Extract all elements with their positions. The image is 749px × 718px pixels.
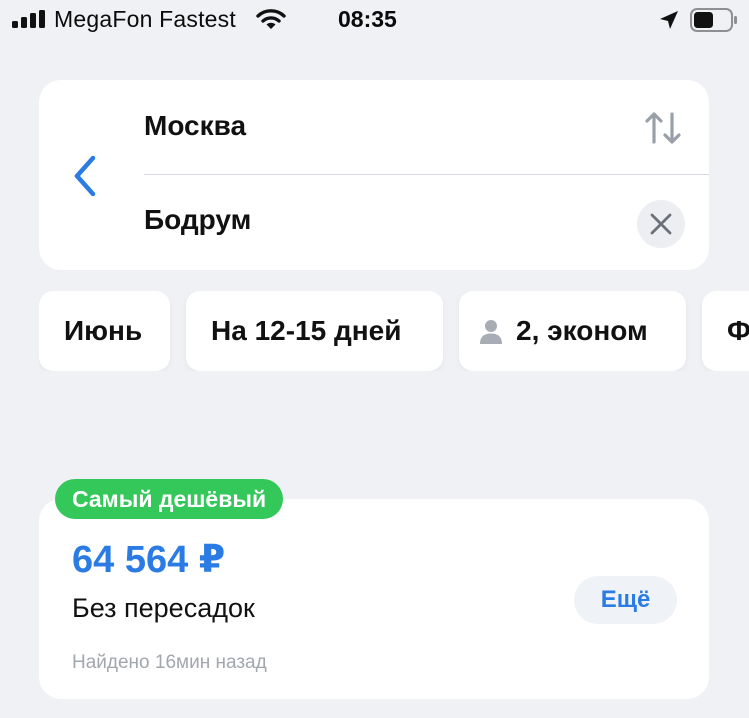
signal-bars-icon [12,10,45,28]
filter-chips: Июнь На 12-15 дней 2, эконом Ф [39,291,749,371]
carrier-name: MegaFon Fastest [54,6,236,32]
month-filter-label: Июнь [64,315,143,346]
offer-transfers: Без пересадок [72,593,255,623]
duration-filter-label: На 12-15 дней [211,315,402,346]
cheapest-offer-card[interactable]: 64 564 ₽ Без пересадок Найдено 16мин наз… [39,499,709,699]
origin-city[interactable]: Москва [144,110,246,142]
battery-icon [690,8,737,32]
destination-city[interactable]: Бодрум [144,204,251,236]
duration-filter-chip[interactable]: На 12-15 дней [186,291,443,371]
cheapest-badge: Самый дешёвый [55,479,284,519]
passengers-filter-chip[interactable]: 2, эконом [459,291,686,371]
extra-filter-label: Ф [727,315,749,346]
status-time: 08:35 [338,6,397,32]
clear-destination-button[interactable] [637,200,685,248]
close-icon [650,213,672,235]
offer-found-time: Найдено 16мин назад [72,652,267,673]
offer-price: 64 564 ₽ [72,539,226,581]
more-button[interactable]: Ещё [574,576,677,624]
origin-field[interactable]: Москва [144,80,709,175]
route-search-card: Москва Бодрум [39,80,709,270]
person-icon [480,320,502,344]
month-filter-chip[interactable]: Июнь [39,291,170,371]
location-arrow-icon [660,11,678,29]
extra-filter-chip[interactable]: Ф [702,291,749,371]
swap-arrows-icon[interactable] [643,108,683,148]
wifi-icon [256,9,286,29]
passengers-filter-label: 2, эконом [516,315,648,346]
destination-field[interactable]: Бодрум [144,176,709,270]
status-bar: MegaFon Fastest 08:35 [0,0,749,40]
back-chevron-icon[interactable] [67,152,107,200]
